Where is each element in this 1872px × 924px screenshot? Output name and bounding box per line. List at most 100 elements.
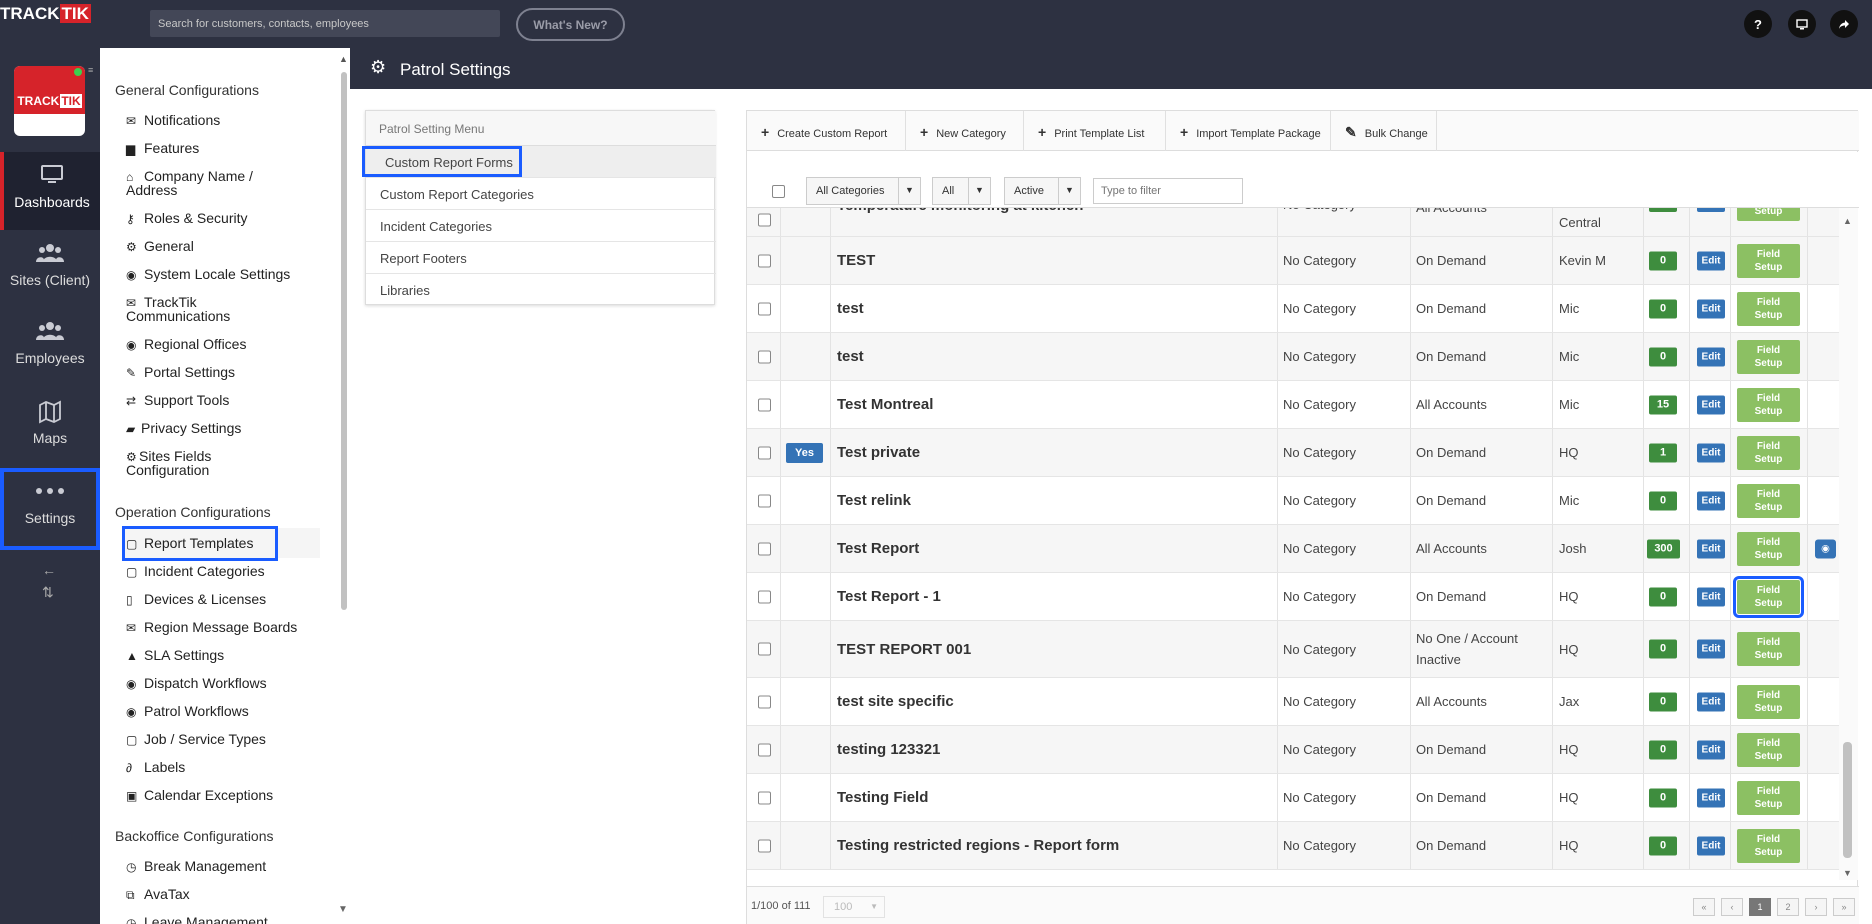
status-filter-select[interactable]: Active ▼ bbox=[1004, 177, 1081, 205]
edit-button[interactable]: Edit bbox=[1697, 395, 1725, 414]
row-checkbox[interactable] bbox=[758, 839, 771, 852]
row-checkbox[interactable] bbox=[758, 590, 771, 603]
rail-item-sites[interactable]: Sites (Client) bbox=[0, 230, 100, 308]
row-checkbox[interactable] bbox=[758, 446, 771, 459]
scroll-down-icon[interactable]: ▼ bbox=[338, 904, 348, 915]
collapse-arrow-icon[interactable]: ← bbox=[42, 562, 56, 578]
table-row[interactable]: Test relink No Category On Demand Mic 0 Edit F… bbox=[747, 477, 1839, 525]
rail-item-settings[interactable]: Settings bbox=[0, 468, 100, 550]
scroll-down-icon[interactable]: ▼ bbox=[1843, 868, 1852, 878]
page-button-2[interactable]: 2 bbox=[1777, 898, 1799, 916]
edit-button[interactable]: Edit bbox=[1697, 740, 1725, 759]
next-page-button[interactable]: › bbox=[1805, 898, 1827, 916]
sidebar-item-dispatch-workflows[interactable]: ◉ Dispatch Workflows bbox=[126, 676, 326, 691]
scroll-up-icon[interactable]: ▲ bbox=[339, 54, 348, 64]
page-size-select[interactable]: 100 ▼ bbox=[823, 896, 885, 918]
row-checkbox[interactable] bbox=[758, 254, 771, 267]
edit-button[interactable]: Edit bbox=[1697, 347, 1725, 366]
brand-tile[interactable]: TRACK TIK bbox=[14, 66, 85, 136]
sidebar-item-privacy-settings[interactable]: ▰ Privacy Settings bbox=[126, 421, 326, 436]
edit-button[interactable]: Edit bbox=[1697, 491, 1725, 510]
edit-button[interactable]: Edit bbox=[1697, 639, 1725, 659]
table-row[interactable]: testing 123321 No Category On Demand HQ 0 Edi… bbox=[747, 726, 1839, 774]
first-page-button[interactable]: « bbox=[1693, 898, 1715, 916]
table-row[interactable]: Testing restricted regions - Report form… bbox=[747, 822, 1839, 870]
info-icon[interactable]: ◉ bbox=[1815, 539, 1836, 558]
edit-button[interactable]: Edit bbox=[1697, 539, 1725, 558]
share-icon[interactable] bbox=[1830, 10, 1858, 38]
edit-button[interactable]: Edit bbox=[1697, 788, 1725, 807]
import-template-package-button[interactable]: + Import Template Package bbox=[1166, 111, 1331, 151]
rail-item-employees[interactable]: Employees bbox=[0, 308, 100, 386]
sidebar-item-calendar-exceptions[interactable]: ▣ Calendar Exceptions bbox=[126, 788, 326, 803]
sidebar-item-system-locale[interactable]: ◉ System Locale Settings bbox=[126, 267, 326, 282]
field-setup-button[interactable]: Field Setup bbox=[1737, 483, 1800, 518]
table-row[interactable]: test No Category On Demand Mic 0 Edit Field Set… bbox=[747, 285, 1839, 333]
sidebar-item-communications[interactable]: ✉ TrackTik Communications bbox=[126, 295, 326, 323]
sidebar-item-break-management[interactable]: ◷ Break Management bbox=[126, 859, 326, 874]
last-page-button[interactable]: » bbox=[1833, 898, 1855, 916]
whats-new-button[interactable]: What's New? bbox=[516, 8, 625, 41]
page-button-1[interactable]: 1 bbox=[1749, 898, 1771, 916]
edit-button[interactable]: Edit bbox=[1697, 251, 1725, 270]
sidebar-item-leave-management[interactable]: ◷ Leave Management bbox=[126, 915, 326, 924]
help-icon[interactable]: ? bbox=[1744, 10, 1772, 38]
sidebar-item-features[interactable]: ▆ Features bbox=[126, 141, 326, 156]
select-all-checkbox[interactable] bbox=[772, 185, 785, 198]
menu-item-incident-categories[interactable]: Incident Categories bbox=[366, 210, 716, 242]
menu-item-custom-report-categories[interactable]: Custom Report Categories bbox=[366, 178, 716, 210]
menu-item-report-footers[interactable]: Report Footers bbox=[366, 242, 716, 274]
table-row[interactable]: Yes Test private No Category On Demand HQ 1 Ed… bbox=[747, 429, 1839, 477]
edit-button[interactable]: Edit bbox=[1697, 208, 1725, 212]
edit-button[interactable]: Edit bbox=[1697, 692, 1725, 711]
new-category-button[interactable]: + New Category bbox=[906, 111, 1024, 151]
table-row[interactable]: test No Category On Demand Mic 0 Edit Field Set… bbox=[747, 333, 1839, 381]
edit-button[interactable]: Edit bbox=[1697, 299, 1725, 318]
row-checkbox[interactable] bbox=[758, 213, 771, 226]
sidebar-item-incident-categories[interactable]: ▢ Incident Categories bbox=[126, 564, 326, 579]
sidebar-item-notifications[interactable]: ✉ Notifications bbox=[126, 113, 326, 128]
table-row[interactable]: TEST No Category On Demand Kevin M 0 Edit Fiel… bbox=[747, 237, 1839, 285]
field-setup-button[interactable]: Field Setup bbox=[1737, 435, 1800, 470]
sidebar-item-patrol-workflows[interactable]: ◉ Patrol Workflows bbox=[126, 704, 326, 719]
row-checkbox[interactable] bbox=[758, 695, 771, 708]
tracktik-logo[interactable]: TRACK TIK bbox=[0, 4, 91, 24]
sidebar-item-portal-settings[interactable]: ✎ Portal Settings bbox=[126, 365, 326, 380]
edit-button[interactable]: Edit bbox=[1697, 443, 1725, 462]
filter-input[interactable] bbox=[1093, 178, 1243, 204]
create-custom-report-button[interactable]: + Create Custom Report bbox=[747, 111, 906, 151]
table-scrollbar[interactable]: ▲ ▼ bbox=[1839, 208, 1858, 880]
field-setup-button[interactable]: Field Setup bbox=[1733, 575, 1804, 618]
sidebar-item-general[interactable]: ⚙ General bbox=[126, 239, 326, 254]
sidebar-item-roles-security[interactable]: ⚷ Roles & Security bbox=[126, 211, 326, 226]
field-setup-button[interactable]: Field Setup bbox=[1737, 339, 1800, 374]
row-checkbox[interactable] bbox=[758, 642, 771, 656]
field-setup-button[interactable]: Field Setup bbox=[1737, 632, 1800, 666]
scroll-up-icon[interactable]: ▲ bbox=[1843, 216, 1852, 226]
table-row[interactable]: Test Report - 1 No Category On Demand HQ 0 Ed… bbox=[747, 573, 1839, 621]
field-setup-button[interactable]: Field Setup bbox=[1737, 243, 1800, 278]
sidebar-item-regional-offices[interactable]: ◉ Regional Offices bbox=[126, 337, 326, 352]
prev-page-button[interactable]: ‹ bbox=[1721, 898, 1743, 916]
field-setup-button[interactable]: Setup bbox=[1737, 208, 1800, 221]
row-checkbox[interactable] bbox=[758, 542, 771, 555]
table-row[interactable]: Testing Field No Category On Demand HQ 0 Edit… bbox=[747, 774, 1839, 822]
row-checkbox[interactable] bbox=[758, 494, 771, 507]
rail-item-dashboards[interactable]: Dashboards bbox=[0, 152, 100, 230]
table-row[interactable]: test site specific No Category All Account… bbox=[747, 678, 1839, 726]
field-setup-button[interactable]: Field Setup bbox=[1737, 732, 1800, 767]
edit-button[interactable]: Edit bbox=[1697, 587, 1725, 606]
menu-item-libraries[interactable]: Libraries bbox=[366, 274, 716, 306]
row-checkbox[interactable] bbox=[758, 791, 771, 804]
monitor-icon[interactable] bbox=[1788, 10, 1816, 38]
sidebar-item-company-name[interactable]: ⌂ Company Name / Address bbox=[126, 169, 326, 197]
rail-item-maps[interactable]: Maps bbox=[0, 388, 100, 466]
field-setup-button[interactable]: Field Setup bbox=[1737, 291, 1800, 326]
table-row[interactable]: TEST REPORT 001 No Category No One / Accou… bbox=[747, 621, 1839, 678]
field-setup-button[interactable]: Field Setup bbox=[1737, 531, 1800, 566]
table-row[interactable]: Test Report No Category All Accounts Josh 30… bbox=[747, 525, 1839, 573]
row-checkbox[interactable] bbox=[758, 302, 771, 315]
row-checkbox[interactable] bbox=[758, 350, 771, 363]
table-row[interactable]: Temperature monitoring at kitchen No Cate… bbox=[747, 208, 1839, 237]
table-row[interactable]: Test Montreal No Category All Accounts Mic 1… bbox=[747, 381, 1839, 429]
